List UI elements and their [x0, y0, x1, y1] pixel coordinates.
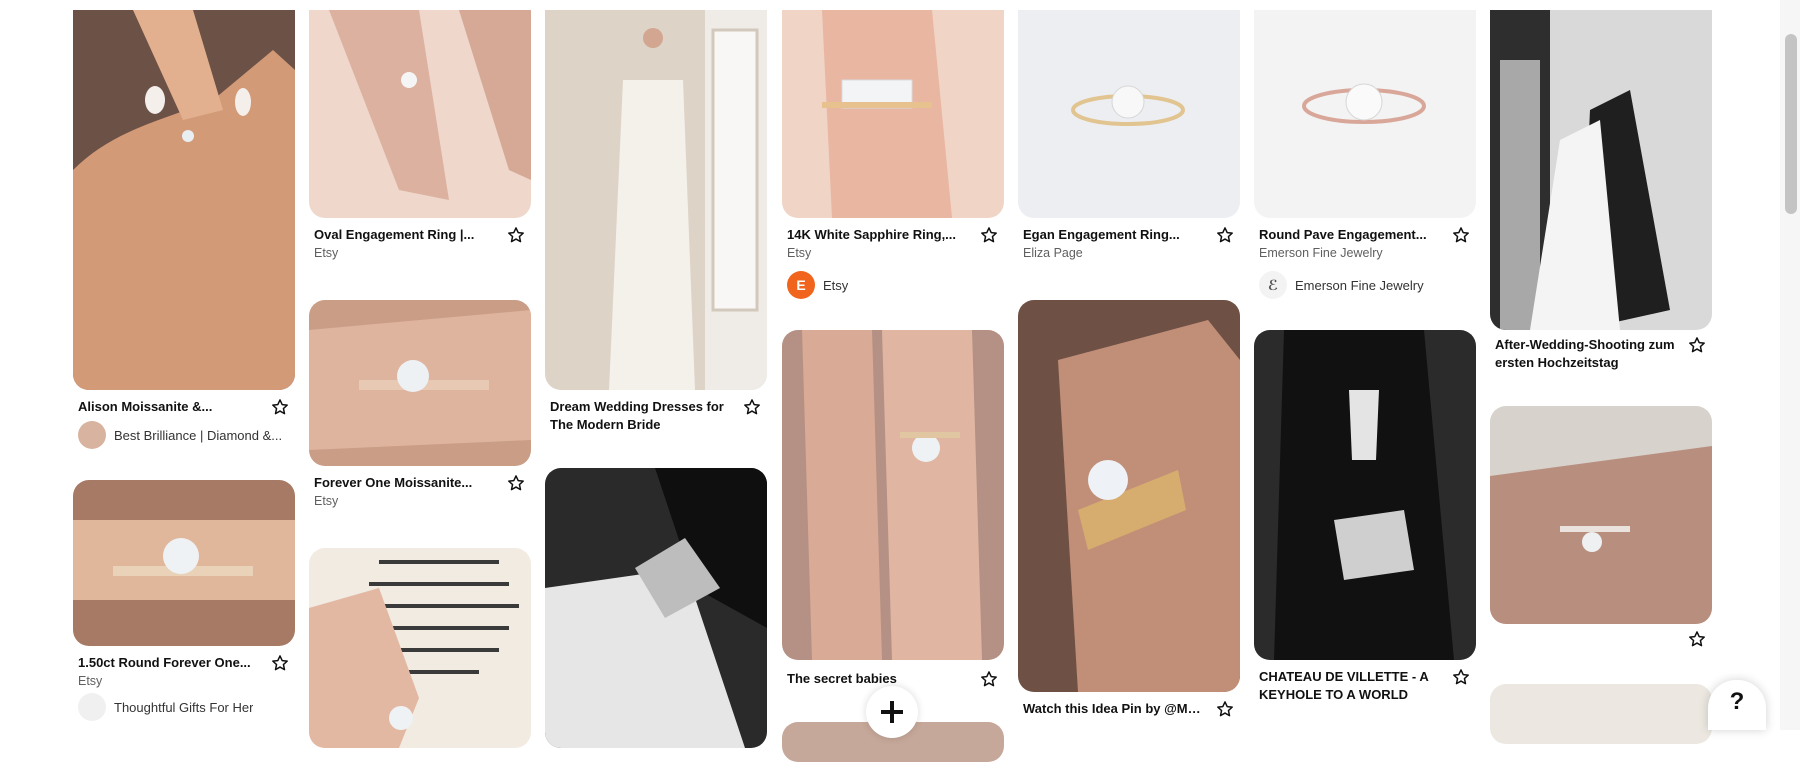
save-star-icon[interactable] — [1452, 226, 1470, 244]
pin-source: Eliza Page — [1023, 246, 1083, 260]
save-star-icon[interactable] — [1452, 668, 1470, 686]
save-star-icon[interactable] — [271, 398, 289, 416]
pin-title[interactable]: CHATEAU DE VILLETTE - A KEYHOLE TO A WOR… — [1259, 668, 1439, 704]
pin-image[interactable] — [1490, 684, 1712, 744]
pin-author[interactable]: E Etsy — [787, 270, 848, 300]
etsy-logo-icon: E — [787, 271, 815, 299]
pin-title[interactable]: Alison Moissanite &... — [78, 398, 258, 416]
save-star-icon[interactable] — [1216, 226, 1234, 244]
pin-image[interactable] — [309, 548, 531, 748]
pin-image[interactable] — [1254, 330, 1476, 660]
save-star-icon[interactable] — [980, 670, 998, 688]
pin-source: Etsy — [314, 246, 339, 260]
save-star-icon[interactable] — [1688, 336, 1706, 354]
pin-source: Etsy — [314, 494, 339, 508]
save-star-icon[interactable] — [743, 398, 761, 416]
pin-image[interactable] — [782, 10, 1004, 218]
pin-image[interactable] — [545, 468, 767, 748]
pin-title[interactable]: 1.50ct Round Forever One... — [78, 654, 258, 672]
pin-image[interactable] — [73, 10, 295, 390]
save-star-icon[interactable] — [1216, 700, 1234, 718]
pin-source: Etsy — [78, 674, 103, 688]
pin-image[interactable] — [73, 480, 295, 646]
save-star-icon[interactable] — [1688, 630, 1706, 648]
pin-image[interactable] — [1490, 10, 1712, 330]
author-name: Emerson Fine Jewelry — [1295, 277, 1424, 293]
pin-grid: Alison Moissanite &... Best Brilliance |… — [0, 0, 1780, 762]
pin-image[interactable] — [1490, 406, 1712, 624]
add-pin-button[interactable] — [866, 686, 918, 738]
scrollbar-thumb[interactable] — [1785, 34, 1797, 214]
pin-title[interactable]: Egan Engagement Ring... — [1023, 226, 1203, 244]
pin-image[interactable] — [1018, 10, 1240, 218]
pin-image[interactable] — [782, 330, 1004, 660]
pin-title[interactable]: Dream Wedding Dresses for The Modern Bri… — [550, 398, 730, 434]
pin-author[interactable]: ℰ Emerson Fine Jewelry — [1259, 270, 1424, 300]
pin-title[interactable]: Watch this Idea Pin by @Marrowfine : Whi… — [1023, 700, 1203, 718]
emerson-logo-icon: ℰ — [1259, 271, 1287, 299]
pin-source: Emerson Fine Jewelry — [1259, 246, 1383, 260]
pin-image[interactable] — [309, 10, 531, 218]
scrollbar[interactable] — [1780, 0, 1800, 730]
pin-title[interactable]: 14K White Sapphire Ring,... — [787, 226, 967, 244]
save-star-icon[interactable] — [507, 474, 525, 492]
pin-author[interactable]: Best Brilliance | Diamond &... — [78, 420, 282, 450]
save-star-icon[interactable] — [980, 226, 998, 244]
pin-source: Etsy — [787, 246, 812, 260]
plus-icon — [881, 701, 903, 723]
pin-image[interactable] — [1254, 10, 1476, 218]
pin-title[interactable]: Oval Engagement Ring |... — [314, 226, 494, 244]
avatar — [78, 421, 106, 449]
pin-image[interactable] — [1018, 300, 1240, 692]
pin-author[interactable]: Thoughtful Gifts For Her — [78, 692, 253, 722]
pin-title[interactable]: After-Wedding-Shooting zum ersten Hochze… — [1495, 336, 1675, 372]
avatar — [78, 693, 106, 721]
author-name: Etsy — [823, 277, 849, 293]
save-star-icon[interactable] — [507, 226, 525, 244]
pin-image[interactable] — [309, 300, 531, 466]
author-name: Thoughtful Gifts For Her — [114, 699, 254, 715]
save-star-icon[interactable] — [271, 654, 289, 672]
help-button[interactable]: ? — [1708, 680, 1766, 730]
pin-title[interactable]: Round Pave Engagement... — [1259, 226, 1439, 244]
pin-image[interactable] — [545, 10, 767, 390]
author-name: Best Brilliance | Diamond &... — [114, 427, 283, 443]
question-icon: ? — [1729, 688, 1745, 715]
pin-title[interactable]: The secret babies — [787, 670, 967, 688]
pin-title[interactable]: Forever One Moissanite... — [314, 474, 494, 492]
